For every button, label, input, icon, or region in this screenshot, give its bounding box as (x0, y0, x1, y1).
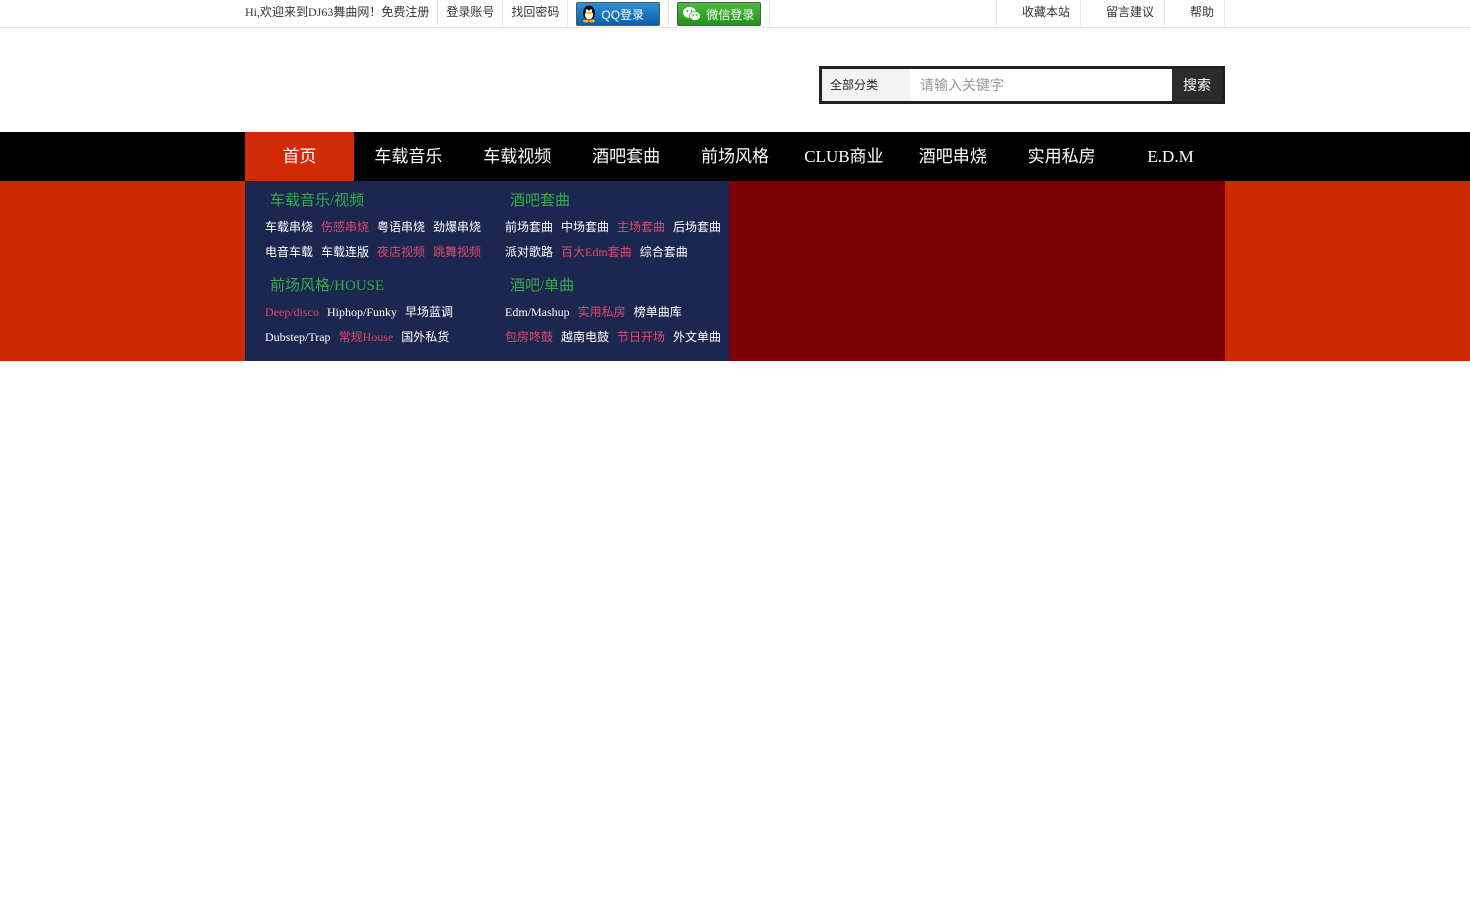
top-bar-right-links: 收藏本站 留言建议 帮助 (995, 0, 1225, 28)
wechat-login-label: 微信登录 (706, 7, 755, 22)
menu-group-title[interactable]: 前场风格/HOUSE (270, 276, 453, 296)
main-nav: 首页 车载音乐 车载视频 酒吧套曲 前场风格 CLUB商业 酒吧串烧 实用私房 … (0, 132, 1470, 181)
menu-link-row: Deep/disco Hiphop/Funky 早场蓝调 (265, 305, 453, 320)
menu-link[interactable]: 车载串烧 (265, 220, 313, 235)
menu-group: 车载音乐/视频 车载串烧 伤感串烧 粤语串烧 劲爆串烧 电音车载 车载连版 夜店视频 跳舞视频 (265, 191, 481, 260)
menu-group-title[interactable]: 酒吧套曲 (510, 191, 721, 211)
menu-link-row: Dubstep/Trap 常规House 国外私货 (265, 330, 453, 345)
menu-link[interactable]: 车载连版 (321, 245, 369, 260)
nav-item-bar-sets[interactable]: 酒吧套曲 (572, 132, 681, 181)
menu-link[interactable]: 榜单曲库 (634, 305, 682, 320)
menu-group-title[interactable]: 车载音乐/视频 (270, 191, 481, 211)
main-nav-inner: 首页 车载音乐 车载视频 酒吧套曲 前场风格 CLUB商业 酒吧串烧 实用私房 … (245, 132, 1225, 181)
menu-link-row: Edm/Mashup 实用私房 榜单曲库 (505, 305, 721, 320)
menu-link[interactable]: 实用私房 (578, 305, 626, 320)
menu-link[interactable]: Dubstep/Trap (265, 330, 331, 345)
menu-link[interactable]: Deep/disco (265, 305, 319, 320)
nav-item-private[interactable]: 实用私房 (1007, 132, 1116, 181)
bookmark-site-link[interactable]: 收藏本站 (997, 0, 1081, 28)
menu-link[interactable]: 后场套曲 (673, 220, 721, 235)
menu-group: 酒吧套曲 前场套曲 中场套曲 主场套曲 后场套曲 派对歌路 百大Edm套曲 综合套曲 (505, 191, 721, 260)
menu-link[interactable]: 越南电鼓 (561, 330, 609, 345)
menu-link[interactable]: 包房咚鼓 (505, 330, 553, 345)
banner-image-area (729, 181, 1225, 361)
nav-item-car-video[interactable]: 车载视频 (463, 132, 572, 181)
top-bar: Hi,欢迎来到DJ63舞曲网！免费注册 登录账号 找回密码 QQ登录 微信登录 (0, 0, 1470, 28)
menu-link[interactable]: 前场套曲 (505, 220, 553, 235)
wechat-login-button[interactable]: 微信登录 (677, 2, 762, 26)
qq-login-button[interactable]: QQ登录 (576, 2, 661, 26)
qq-login-label: QQ登录 (601, 7, 645, 22)
menu-link[interactable]: 伤感串烧 (321, 220, 369, 235)
nav-item-warmup-style[interactable]: 前场风格 (681, 132, 790, 181)
menu-link[interactable]: 中场套曲 (561, 220, 609, 235)
divider (769, 0, 771, 28)
recover-password-link[interactable]: 找回密码 (503, 0, 569, 28)
wechat-icon (683, 7, 702, 21)
menu-group: 酒吧/单曲 Edm/Mashup 实用私房 榜单曲库包房咚鼓 越南电鼓 节日开场 外文单曲 (505, 276, 721, 345)
menu-link[interactable]: 早场蓝调 (405, 305, 453, 320)
menu-link[interactable]: 常规House (339, 330, 394, 345)
top-bar-inner: Hi,欢迎来到DJ63舞曲网！免费注册 登录账号 找回密码 QQ登录 微信登录 (245, 0, 1225, 28)
menu-link-row: 派对歌路 百大Edm套曲 综合套曲 (505, 245, 721, 260)
menu-link[interactable]: 电音车载 (265, 245, 313, 260)
search-bar: 全部分类 搜索 (819, 66, 1225, 104)
nav-item-car-music[interactable]: 车载音乐 (354, 132, 463, 181)
menu-link[interactable]: 夜店视频 (377, 245, 425, 260)
login-link[interactable]: 登录账号 (438, 0, 504, 28)
menu-link[interactable]: 节日开场 (617, 330, 665, 345)
menu-link[interactable]: Hiphop/Funky (327, 305, 397, 320)
category-menu: 车载音乐/视频 车载串烧 伤感串烧 粤语串烧 劲爆串烧 电音车载 车载连版 夜店视频 跳舞视频 … (245, 181, 729, 361)
menu-link[interactable]: 百大Edm套曲 (561, 245, 632, 260)
nav-item-bar-medley[interactable]: 酒吧串烧 (898, 132, 1007, 181)
nav-item-club[interactable]: CLUB商业 (789, 132, 898, 181)
search-button[interactable]: 搜索 (1172, 69, 1222, 101)
menu-link[interactable]: 主场套曲 (617, 220, 665, 235)
menu-link[interactable]: Edm/Mashup (505, 305, 570, 320)
menu-link[interactable]: 跳舞视频 (433, 245, 481, 260)
search-category-select[interactable]: 全部分类 (822, 69, 910, 101)
nav-item-edm[interactable]: E.D.M (1116, 132, 1225, 181)
menu-link[interactable]: 粤语串烧 (377, 220, 425, 235)
menu-link[interactable]: 外文单曲 (673, 330, 721, 345)
menu-link[interactable]: 综合套曲 (640, 245, 688, 260)
menu-link-row: 包房咚鼓 越南电鼓 节日开场 外文单曲 (505, 330, 721, 345)
menu-group: 前场风格/HOUSE Deep/disco Hiphop/Funky 早场蓝调 Dubs… (265, 276, 453, 345)
feedback-link[interactable]: 留言建议 (1081, 0, 1165, 28)
menu-link[interactable]: 劲爆串烧 (433, 220, 481, 235)
divider (668, 0, 670, 28)
help-link[interactable]: 帮助 (1165, 0, 1225, 28)
menu-group-title[interactable]: 酒吧/单曲 (510, 276, 721, 296)
search-input[interactable] (910, 69, 1172, 101)
header: 全部分类 搜索 (0, 28, 1470, 132)
menu-link-row: 前场套曲 中场套曲 主场套曲 后场套曲 (505, 220, 721, 235)
qq-penguin-icon (583, 5, 596, 23)
banner: 车载音乐/视频 车载串烧 伤感串烧 粤语串烧 劲爆串烧 电音车载 车载连版 夜店视频 跳舞视频 … (0, 181, 1470, 361)
nav-item-home[interactable]: 首页 (245, 132, 354, 181)
menu-link-row: 电音车载 车载连版 夜店视频 跳舞视频 (265, 245, 481, 260)
menu-link-row: 车载串烧 伤感串烧 粤语串烧 劲爆串烧 (265, 220, 481, 235)
menu-link[interactable]: 派对歌路 (505, 245, 553, 260)
menu-link[interactable]: 国外私货 (401, 330, 449, 345)
welcome-register-link[interactable]: Hi,欢迎来到DJ63舞曲网！免费注册 (245, 0, 439, 28)
